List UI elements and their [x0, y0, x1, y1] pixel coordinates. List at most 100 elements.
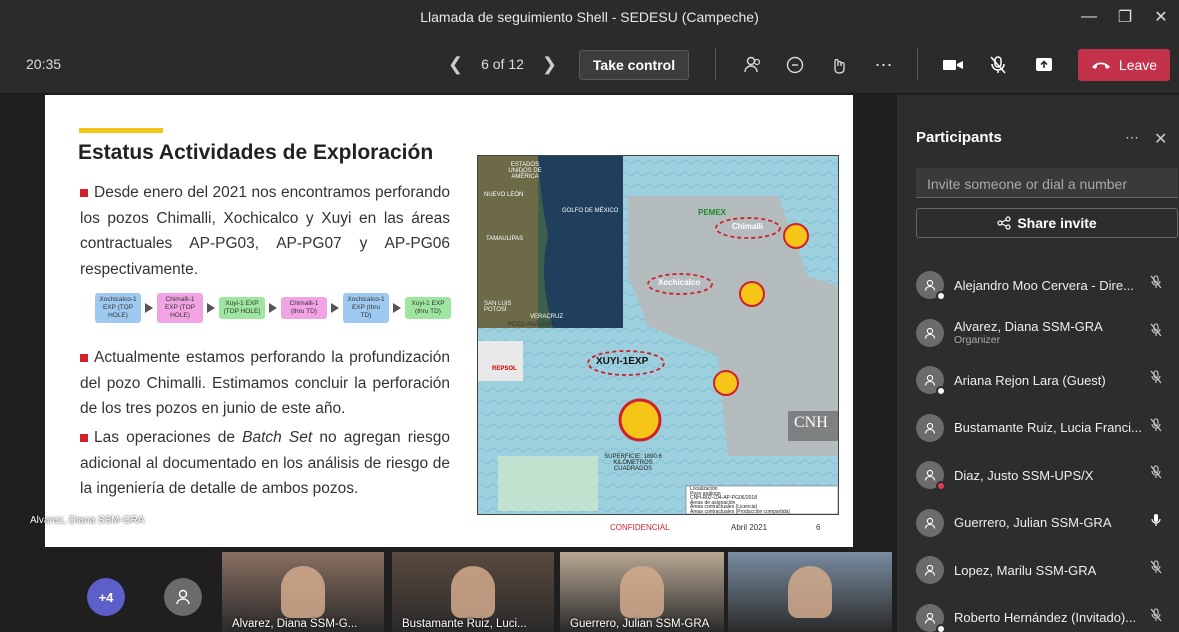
- mic-muted-icon[interactable]: [1149, 607, 1163, 625]
- meeting-toolbar: 20:35 ❮ 6 of 12 ❯ Take control ⋯ Leave: [0, 34, 1179, 94]
- video-tile[interactable]: Guerrero, Julian SSM-GRA: [560, 552, 724, 632]
- flow-step: Xochicalco-1 EXP (thru TD): [343, 293, 389, 323]
- map-label-xochicalco: Xochicalco: [658, 278, 701, 287]
- bullet-3-pre: Las operaciones de: [94, 429, 243, 446]
- camera-icon[interactable]: [940, 52, 966, 78]
- avatar: [916, 556, 944, 584]
- participant-info: Alvarez, Diana SSM-GRA Organizer: [954, 319, 1144, 346]
- more-participants-bubble[interactable]: +4: [87, 578, 125, 616]
- participant-name: Alejandro Moo Cervera - Dire...: [954, 277, 1134, 293]
- close-window-icon[interactable]: ✕: [1143, 0, 1179, 34]
- share-screen-icon[interactable]: [1031, 52, 1057, 78]
- participant-row[interactable]: Bustamante Ruiz, Lucia Franci...: [916, 406, 1178, 450]
- leave-button[interactable]: Leave: [1078, 49, 1170, 81]
- flow-step: Chimalli-1 EXP (TOP HOLE): [157, 293, 203, 323]
- minimize-icon[interactable]: —: [1071, 0, 1107, 34]
- video-tile[interactable]: [728, 552, 892, 632]
- bullet-1-text: Desde enero del 2021 nos encontramos per…: [80, 184, 450, 278]
- participant-row[interactable]: Lopez, Marilu SSM-GRA: [916, 548, 1178, 592]
- presence-dot: [936, 623, 946, 632]
- participant-name: Guerrero, Julian SSM-GRA: [954, 515, 1112, 530]
- flow-step: Chimalli-1 (thru TD): [281, 297, 327, 319]
- people-icon[interactable]: [740, 52, 766, 78]
- map-label-superficie: SUPERFICIE: 1890.6 KILÓMETROS CUADRADOS: [604, 454, 662, 472]
- avatar: [916, 461, 946, 491]
- participant-name: Roberto Hernández (Invitado)...: [954, 610, 1137, 625]
- map-label-chimalli: Chimalli: [732, 222, 764, 231]
- participant-info: Bustamante Ruiz, Lucia Franci...: [954, 420, 1144, 435]
- participant-info: Ariana Rejon Lara (Guest): [954, 373, 1144, 388]
- mic-muted-icon[interactable]: [1149, 275, 1163, 292]
- exploration-map: ESTADOS UNIDOS DE AMÉRICA NUEVO LEÓN GOL…: [477, 155, 839, 515]
- participant-list: Alejandro Moo Cervera - Dire... Alvarez, …: [916, 247, 1178, 632]
- flow-arrow-icon: [269, 303, 277, 313]
- participant-row[interactable]: Alejandro Moo Cervera - Dire...: [916, 263, 1178, 307]
- flow-arrow-icon: [331, 303, 339, 313]
- presence-dot: [936, 291, 946, 301]
- video-tile-name: Guerrero, Julian SSM-GRA: [570, 618, 710, 630]
- panel-close-icon[interactable]: ✕: [1154, 129, 1167, 149]
- slide-bullet-1: Desde enero del 2021 nos encontramos per…: [80, 180, 450, 282]
- flow-arrow-icon: [207, 303, 215, 313]
- participant-info: Guerrero, Julian SSM-GRA: [954, 515, 1144, 530]
- map-legend-item: Áreas contractuales (Producción comparti…: [690, 508, 791, 515]
- prev-slide-icon[interactable]: ❮: [448, 54, 463, 75]
- participant-row[interactable]: Diaz, Justo SSM-UPS/X: [916, 453, 1178, 497]
- leave-label: Leave: [1118, 57, 1158, 73]
- bullet-marker: [80, 353, 88, 362]
- map-legend: Localización Pozo análogo CNH-R02-L04-AP-P…: [690, 487, 791, 515]
- flow-step: Xuyi-1 EXP (TOP HOLE): [219, 297, 265, 319]
- participant-name: Diaz, Justo SSM-UPS/X: [954, 467, 1094, 483]
- window-controls: — ❐ ✕: [1071, 0, 1179, 34]
- participant-name: Ariana Rejon Lara (Guest): [954, 372, 1106, 388]
- more-options-icon[interactable]: ⋯: [871, 52, 897, 78]
- bullet-marker: [80, 433, 88, 442]
- participant-name: Bustamante Ruiz, Lucia Franci...: [954, 420, 1142, 435]
- participant-info: Lopez, Marilu SSM-GRA: [954, 563, 1144, 578]
- panel-more-icon[interactable]: ⋯: [1125, 129, 1139, 146]
- flow-arrow-icon: [145, 303, 153, 313]
- participant-video-figure: [281, 566, 325, 618]
- participant-video-figure: [620, 566, 664, 618]
- maximize-icon[interactable]: ❐: [1107, 0, 1143, 34]
- mic-muted-icon[interactable]: [1149, 322, 1163, 340]
- mic-muted-icon[interactable]: [1149, 560, 1163, 577]
- person-icon: [176, 589, 190, 605]
- mic-icon[interactable]: [1149, 513, 1163, 530]
- video-tile[interactable]: Alvarez, Diana SSM-G...: [222, 552, 384, 632]
- participant-row[interactable]: Alvarez, Diana SSM-GRA Organizer: [916, 311, 1178, 355]
- title-accent-bar: [79, 128, 163, 133]
- next-slide-icon[interactable]: ❯: [542, 54, 557, 75]
- map-label-usa: ESTADOS UNIDOS DE AMÉRICA: [508, 162, 542, 180]
- invite-input[interactable]: Invite someone or dial a number: [916, 168, 1178, 198]
- mic-muted-icon[interactable]: [1149, 465, 1163, 482]
- slide-page-number: 6: [816, 523, 821, 532]
- share-invite-button[interactable]: Share invite: [916, 208, 1178, 238]
- video-tile[interactable]: Bustamante Ruiz, Luci...: [392, 552, 554, 632]
- share-icon: [997, 216, 1011, 230]
- participant-row[interactable]: Roberto Hernández (Invitado)...: [916, 596, 1178, 632]
- avatar: [916, 318, 944, 347]
- take-control-button[interactable]: Take control: [579, 50, 689, 80]
- participant-row[interactable]: Guerrero, Julian SSM-GRA: [916, 501, 1178, 545]
- presence-dot: [936, 386, 946, 396]
- bullet-marker: [80, 188, 88, 197]
- reactions-icon[interactable]: [827, 52, 853, 78]
- participant-video-figure: [788, 566, 832, 618]
- avatar: [916, 508, 944, 537]
- participant-info: Diaz, Justo SSM-UPS/X: [954, 468, 1144, 483]
- mic-muted-icon[interactable]: [1149, 417, 1163, 435]
- avatar: [916, 603, 946, 632]
- chat-icon[interactable]: [782, 52, 808, 78]
- mic-muted-icon[interactable]: [985, 52, 1011, 78]
- self-avatar[interactable]: [164, 578, 202, 616]
- presenter-name-tag: Alvarez, Diana SSM-GRA: [30, 515, 145, 526]
- participant-role: Organizer: [954, 334, 1001, 346]
- participant-info: Roberto Hernández (Invitado)...: [954, 610, 1144, 625]
- map-label-pozo: POZO ANÁLOGO: [508, 322, 557, 328]
- map-label-nuevo-leon: NUEVO LEÓN: [484, 192, 524, 198]
- flow-step: Xuyi-1 EXP (thru TD): [405, 297, 451, 319]
- mic-muted-icon[interactable]: [1149, 370, 1163, 387]
- participant-row[interactable]: Ariana Rejon Lara (Guest): [916, 358, 1178, 402]
- slide-date: Abril 2021: [731, 523, 768, 532]
